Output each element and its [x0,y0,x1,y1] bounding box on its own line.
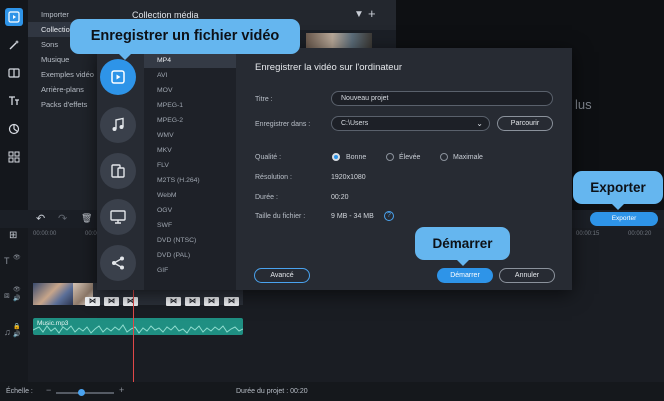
browse-button[interactable]: Parcourir [497,116,553,131]
audio-clip[interactable]: Music.mp3 [33,318,243,335]
title-input[interactable]: Nouveau projet [331,91,553,106]
delete-icon[interactable]: 🗑 [81,213,92,224]
cancel-button[interactable]: Annuler [499,268,555,283]
callout-start: Démarrer [415,227,510,266]
format-item[interactable]: M2TS (H.264) [144,174,236,188]
share-online-icon[interactable] [100,245,136,281]
export-button[interactable]: Exporter [590,212,658,226]
import-tool-icon[interactable] [5,8,23,26]
quality-max-label: Maximale [453,154,483,161]
format-item[interactable]: MP4 [144,54,236,68]
transition-icon[interactable]: ⋈ [104,297,119,306]
ruler-label: 00:00:00 [33,231,57,237]
chevron-down-icon: ⌄ [476,119,483,128]
callout-export: Exporter [573,171,663,210]
ruler-label: 00:00:20 [628,231,652,237]
zoom-out-icon[interactable]: − [46,385,51,395]
visibility-icon[interactable]: 👁 [13,254,21,261]
format-item[interactable]: FLV [144,159,236,173]
ruler-label: 00:00:15 [576,231,600,237]
music-track-icon: ♫ [4,327,11,337]
duration-value: 00:20 [331,194,349,201]
filesize-label: Taille du fichier : [255,213,306,220]
stickers-icon[interactable] [5,120,23,138]
video-mute-icon[interactable]: 🔊 [13,295,20,302]
magic-wand-icon[interactable] [5,36,23,54]
format-item[interactable]: AVI [144,69,236,83]
filter-icon[interactable]: ▼ [354,9,364,20]
status-bar: Échelle : − + Durée du projet : 00:20 [0,382,664,401]
export-tv-icon[interactable] [100,199,136,235]
transition-icon[interactable]: ⋈ [204,297,219,306]
transition-icon[interactable]: ⋈ [224,297,239,306]
transitions-icon[interactable] [5,64,23,82]
undo-icon[interactable]: ↶ [36,212,45,225]
format-item[interactable]: MKV [144,144,236,158]
save-path-value: C:\Users [341,120,369,127]
title-label: Titre : [255,96,273,103]
format-item[interactable]: MPEG-2 [144,114,236,128]
left-toolbar [0,0,28,210]
format-item[interactable]: GIF [144,264,236,278]
quality-max-radio[interactable] [440,153,448,161]
video-clip[interactable] [33,283,73,305]
filesize-value: 9 MB - 34 MB [331,213,374,220]
format-item[interactable]: OGV [144,204,236,218]
resolution-value: 1920x1080 [331,174,366,181]
export-device-icon[interactable] [100,153,136,189]
format-item[interactable]: WMV [144,129,236,143]
duration-label: Durée : [255,194,278,201]
media-thumbnail[interactable] [306,33,372,49]
more-tools-icon[interactable] [5,148,23,166]
video-visibility-icon[interactable]: 👁 [13,286,21,293]
scale-slider[interactable] [56,392,114,394]
quality-high-label: Élevée [399,154,421,161]
redo-icon[interactable]: ↷ [58,212,67,225]
format-item[interactable]: DVD (NTSC) [144,234,236,248]
timeline-track-headers: ⊞ T 👁 ⧈ 👁 🔊 ♫ 🔒 🔊 [0,228,28,382]
audio-mute-icon[interactable]: 🔊 [13,331,20,338]
transition-icon[interactable]: ⋈ [185,297,200,306]
export-audio-icon[interactable] [100,107,136,143]
transition-icon[interactable]: ⋈ [123,297,138,306]
save-in-label: Enregistrer dans : [255,121,311,128]
video-track-icon: ⧈ [4,290,10,300]
help-icon[interactable]: ? [384,211,394,221]
format-list: MP4 AVI MOV MPEG-1 MPEG-2 WMV MKV FLV M2… [144,48,236,290]
quality-good-label: Bonne [346,154,367,161]
format-item[interactable]: MOV [144,84,236,98]
text-track-icon: T [4,256,10,266]
project-duration: Durée du projet : 00:20 [236,388,308,395]
start-button[interactable]: Démarrer [437,268,493,283]
transition-icon[interactable]: ⋈ [85,297,100,306]
format-item[interactable]: MPEG-1 [144,99,236,113]
player-overlay-text: lus [575,97,592,112]
format-item[interactable]: DVD (PAL) [144,249,236,263]
quality-high-radio[interactable] [386,153,394,161]
titles-icon[interactable] [5,92,23,110]
add-icon[interactable]: + [368,6,376,21]
quality-good-radio[interactable] [332,153,340,161]
dialog-title: Enregistrer la vidéo sur l'ordinateur [255,62,403,73]
export-video-file-icon[interactable] [100,59,136,95]
format-item[interactable]: SWF [144,219,236,233]
advanced-button[interactable]: Avancé [254,268,310,283]
zoom-in-icon[interactable]: + [119,385,124,395]
quality-label: Qualité : [255,154,282,161]
add-track-icon[interactable]: ⊞ [9,230,17,241]
save-path-dropdown[interactable]: C:\Users ⌄ [331,116,490,131]
scale-label: Échelle : [6,388,33,395]
format-item[interactable]: WebM [144,189,236,203]
audio-lock-icon[interactable]: 🔒 [13,323,20,330]
resolution-label: Résolution : [255,174,292,181]
transition-icon[interactable]: ⋈ [166,297,181,306]
callout-save-video: Enregistrer un fichier vidéo [70,19,300,60]
audio-clip-label: Music.mp3 [37,320,69,327]
scale-slider-knob[interactable] [78,389,85,396]
